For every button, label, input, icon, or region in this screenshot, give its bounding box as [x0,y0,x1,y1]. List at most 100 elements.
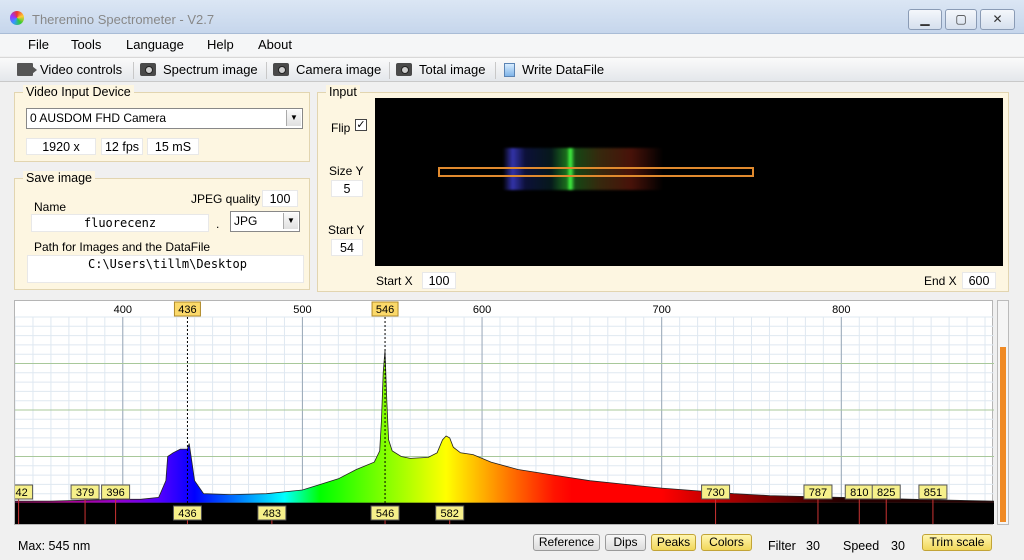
write-datafile-button[interactable]: Write DataFile [504,62,604,77]
roi-selection-box[interactable] [438,167,754,177]
peak-label-top: 396 [106,487,124,499]
file-name-input[interactable]: fluorecenz [31,214,209,232]
dips-button[interactable]: Dips [605,534,646,551]
start-y-input[interactable]: 54 [331,239,363,256]
menu-about[interactable]: About [258,37,292,52]
video-input-legend: Video Input Device [23,85,134,99]
start-y-label: Start Y [328,223,365,237]
save-image-legend: Save image [23,171,96,185]
x-tick-label: 800 [832,304,850,316]
toolbar-separator [266,62,267,79]
title-bar: Theremino Spectrometer - V2.7 ▁ ▢ ✕ [0,0,1024,34]
camera-image-label: Camera image [296,62,382,77]
filter-value[interactable]: 30 [806,539,820,553]
toolbar-separator [389,62,390,79]
x-tick-label: 600 [473,304,491,316]
input-legend: Input [326,85,360,99]
video-controls-label: Video controls [40,62,123,77]
spectrum-baseline-band [15,503,994,524]
spectrum-image-label: Spectrum image [163,62,258,77]
path-label: Path for Images and the DataFile [34,240,211,254]
peak-label-top: 787 [809,487,827,499]
menu-help[interactable]: Help [207,37,234,52]
exposure-readout: 15 mS [147,138,199,155]
jpeg-quality-label: JPEG quality [191,192,261,206]
extension-dot: . [216,217,220,231]
flip-checkbox[interactable]: ✓ [355,119,367,131]
peak-label-top: 825 [877,487,895,499]
peak-label-top: 342 [15,487,28,499]
minimize-icon: ▁ [920,12,930,26]
close-button[interactable]: ✕ [980,9,1015,30]
size-y-input[interactable]: 5 [331,180,363,197]
spectrum-chart-svg: 400 500 600 700 800 436 546 342 379 396 730 787 810 8… [15,301,994,524]
file-format-select[interactable]: JPG ▼ [230,211,300,232]
toolbar: Video controls Spectrum image Camera ima… [0,57,1024,82]
camera-image-button[interactable]: Camera image [273,62,381,77]
video-controls-button[interactable]: Video controls [17,62,122,77]
x-tick-label: 700 [652,304,670,316]
fps-readout: 12 fps [101,138,143,155]
x-tick-label: 500 [293,304,311,316]
jpeg-quality-input[interactable]: 100 [262,190,298,207]
camera-icon [396,63,412,76]
maximize-icon: ▢ [955,12,967,26]
signal-level-fill [1000,346,1006,522]
start-x-label: Start X [376,274,413,288]
save-image-panel: Save image JPEG quality 100 Name fluorec… [14,171,310,290]
write-datafile-label: Write DataFile [522,62,605,77]
resolution-readout: 1920 x [26,138,96,155]
marker-label: 546 [376,304,394,316]
chevron-down-icon[interactable]: ▼ [286,110,301,126]
speed-label: Speed [843,539,880,553]
path-input[interactable]: C:\Users\tillm\Desktop [27,255,304,283]
video-camera-icon [17,63,37,76]
video-device-value: 0 AUSDOM FHD Camera [30,111,167,125]
minimize-button[interactable]: ▁ [908,9,942,30]
menu-bar: File Tools Language Help About [0,34,1024,56]
trim-scale-button[interactable]: Trim scale [922,534,992,551]
peak-label-top: 379 [76,487,94,499]
speed-value[interactable]: 30 [891,539,905,553]
end-x-label: End X [924,274,957,288]
spectrum-chart[interactable]: 400 500 600 700 800 436 546 342 379 396 730 787 810 8… [14,300,994,525]
marker-label: 436 [178,304,196,316]
file-icon [504,62,515,77]
x-tick-label: 400 [114,304,132,316]
total-image-label: Total image [419,62,486,77]
toolbar-separator [495,62,496,79]
spectrum-image-button[interactable]: Spectrum image [140,62,258,77]
total-image-button[interactable]: Total image [396,62,485,77]
spectrum-area [15,350,994,504]
video-device-select[interactable]: 0 AUSDOM FHD Camera ▼ [26,108,303,129]
chevron-down-icon[interactable]: ▼ [283,213,298,229]
video-input-panel: Video Input Device 0 AUSDOM FHD Camera ▼… [14,85,310,162]
peak-label-top: 810 [850,487,868,499]
peak-label-bottom: 436 [178,508,196,520]
signal-level-bar [997,300,1009,525]
flip-label: Flip [331,121,351,135]
file-format-value: JPG [234,214,258,228]
peak-label-top: 851 [924,487,942,499]
maximize-button[interactable]: ▢ [945,9,977,30]
window-title: Theremino Spectrometer - V2.7 [32,12,215,27]
size-y-label: Size Y [329,164,364,178]
name-label: Name [34,200,67,214]
peak-label-bottom: 546 [376,508,394,520]
filter-label: Filter [768,539,796,553]
colors-button[interactable]: Colors [701,534,752,551]
reference-button[interactable]: Reference [533,534,600,551]
camera-icon [273,63,289,76]
peak-label-top: 730 [706,487,724,499]
peaks-button[interactable]: Peaks [651,534,696,551]
camera-preview[interactable] [375,98,1003,266]
camera-icon [140,63,156,76]
start-x-input[interactable]: 100 [422,272,456,289]
max-wavelength-readout: Max: 545 nm [18,539,91,553]
menu-language[interactable]: Language [126,37,184,52]
toolbar-separator [133,62,134,79]
app-logo-icon [10,11,24,25]
menu-file[interactable]: File [28,37,49,52]
menu-tools[interactable]: Tools [71,37,101,52]
end-x-input[interactable]: 600 [962,272,996,289]
